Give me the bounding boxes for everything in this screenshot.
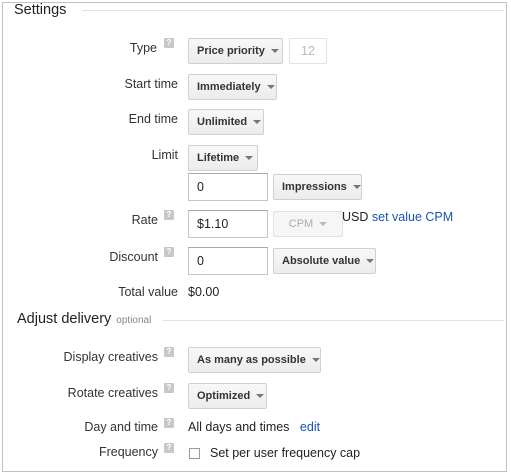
display-creatives-dropdown[interactable]: As many as possible	[188, 347, 321, 373]
delivery-divider	[163, 320, 504, 321]
limit-amount-input[interactable]: 0	[188, 173, 268, 201]
rate-currency-row: USD set value CPM	[342, 210, 453, 224]
discount-label: Discount	[109, 250, 158, 264]
chevron-down-icon	[366, 259, 375, 263]
day-and-time-row: All days and times edit	[188, 420, 320, 434]
type-dropdown[interactable]: Price priority	[188, 38, 283, 64]
frequency-label: Frequency	[98, 445, 158, 459]
type-dropdown-value: Price priority	[197, 45, 265, 57]
start-time-dropdown[interactable]: Immediately	[188, 74, 277, 100]
limit-unit-dropdown[interactable]: Impressions	[273, 174, 362, 200]
start-time-dropdown-value: Immediately	[197, 81, 261, 93]
total-value-label: Total value	[118, 285, 178, 299]
chevron-down-icon	[253, 120, 262, 124]
rate-help-icon[interactable]: ?	[164, 210, 174, 220]
optional-label: optional	[116, 315, 152, 326]
discount-help-icon[interactable]: ?	[164, 247, 174, 257]
end-time-dropdown[interactable]: Unlimited	[188, 109, 264, 135]
chevron-down-icon	[256, 394, 265, 398]
rotate-creatives-help-icon[interactable]: ?	[164, 383, 174, 393]
frequency-cap-checkbox[interactable]	[189, 448, 200, 459]
limit-dropdown-value: Lifetime	[197, 152, 240, 164]
limit-dropdown[interactable]: Lifetime	[188, 145, 258, 171]
rate-unit-dropdown-value: CPM	[288, 218, 314, 230]
rotate-creatives-dropdown-value: Optimized	[197, 390, 251, 402]
discount-type-dropdown-value: Absolute value	[282, 255, 361, 267]
day-and-time-edit-link[interactable]: edit	[300, 420, 320, 434]
frequency-help-icon[interactable]: ?	[164, 443, 174, 453]
discount-type-dropdown[interactable]: Absolute value	[273, 248, 376, 274]
chevron-down-icon	[245, 156, 254, 160]
type-help-icon[interactable]: ?	[164, 38, 174, 48]
rotate-creatives-label: Rotate creatives	[67, 386, 158, 400]
display-creatives-dropdown-value: As many as possible	[197, 354, 306, 366]
day-and-time-help-icon[interactable]: ?	[164, 418, 174, 428]
settings-title: Settings	[14, 2, 67, 18]
day-and-time-value: All days and times	[188, 420, 290, 434]
set-value-cpm-link[interactable]: set value CPM	[372, 210, 453, 224]
total-value: $0.00	[188, 285, 220, 299]
limit-unit-dropdown-value: Impressions	[282, 181, 347, 193]
discount-input[interactable]: 0	[188, 247, 268, 275]
chevron-down-icon	[270, 49, 279, 53]
adjust-delivery-title-text: Adjust delivery	[17, 311, 112, 327]
start-time-label: Start time	[124, 77, 179, 91]
adjust-delivery-title: Adjust delivery optional	[17, 311, 151, 327]
currency-label: USD	[342, 210, 369, 224]
display-creatives-label: Display creatives	[63, 350, 158, 364]
rotate-creatives-dropdown[interactable]: Optimized	[188, 383, 267, 409]
limit-label: Limit	[151, 148, 178, 162]
rate-unit-dropdown: CPM	[273, 211, 343, 237]
display-creatives-help-icon[interactable]: ?	[164, 347, 174, 357]
day-and-time-label: Day and time	[84, 420, 158, 434]
rate-label: Rate	[131, 213, 158, 227]
chevron-down-icon	[311, 358, 320, 362]
rate-input[interactable]: $1.10	[188, 210, 268, 238]
chevron-down-icon	[319, 222, 328, 226]
type-label: Type	[129, 41, 157, 55]
chevron-down-icon	[352, 185, 361, 189]
priority-input: 12	[289, 38, 327, 64]
frequency-cap-checkbox-label[interactable]: Set per user frequency cap	[210, 446, 360, 460]
chevron-down-icon	[266, 85, 275, 89]
end-time-label: End time	[128, 112, 178, 126]
end-time-dropdown-value: Unlimited	[197, 116, 248, 128]
settings-divider	[82, 10, 504, 11]
